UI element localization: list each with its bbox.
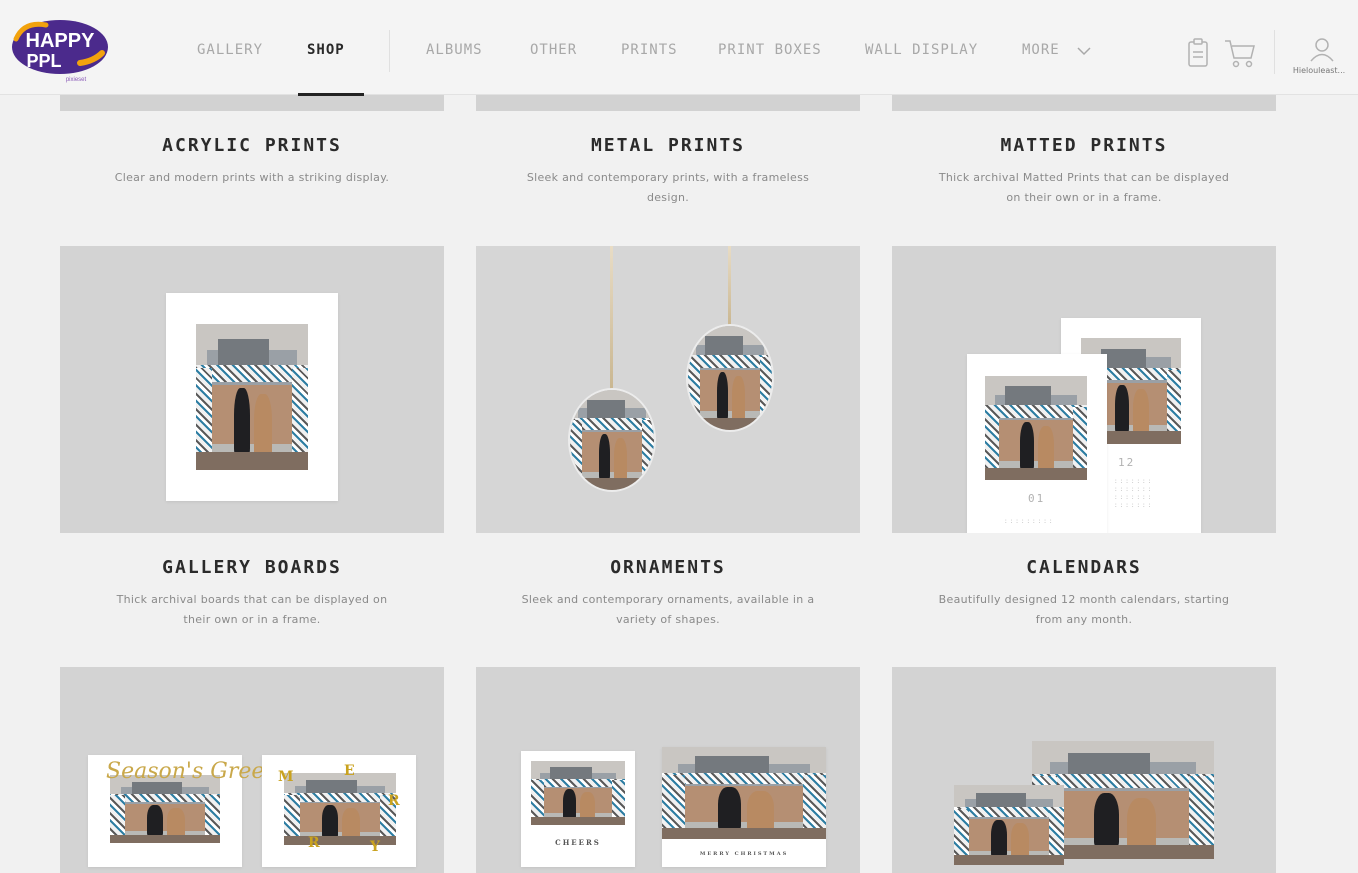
ornament-string-right xyxy=(728,246,731,328)
product-desc-metal-prints: Sleek and contemporary prints, with a fr… xyxy=(526,171,810,204)
calendar-front-month: 01 xyxy=(1028,492,1046,505)
product-title-ornaments[interactable]: ORNAMENTS xyxy=(476,557,860,578)
photo-collage-image[interactable] xyxy=(892,667,1276,873)
favorites-list-icon[interactable] xyxy=(1187,38,1209,68)
user-account-label[interactable]: Hielouleast... xyxy=(1283,66,1355,75)
acrylic-prints-image[interactable] xyxy=(60,95,444,111)
metal-prints-image[interactable] xyxy=(476,95,860,111)
ornaments-image[interactable] xyxy=(476,246,860,533)
product-desc-matted-prints: Thick archival Matted Prints that can be… xyxy=(938,171,1230,204)
calendar-back-month: 12 xyxy=(1118,456,1136,469)
calendars-image[interactable]: 12 :::::::::::::::::::::::::::: 01 :::::… xyxy=(892,246,1276,533)
product-title-calendars[interactable]: CALENDARS xyxy=(892,557,1276,578)
product-title-metal-prints[interactable]: METAL PRINTS xyxy=(476,135,860,156)
merry-caption: MERRY CHRISTMAS xyxy=(699,851,789,857)
nav-print-boxes[interactable]: PRINT BOXES xyxy=(718,42,822,58)
nav-more[interactable]: MORE xyxy=(1022,42,1060,58)
product-desc-acrylic-prints: Clear and modern prints with a striking … xyxy=(114,171,390,184)
product-desc-gallery-boards: Thick archival boards that can be displa… xyxy=(116,593,388,626)
ornament-left xyxy=(568,388,656,492)
photo-cards-image[interactable]: CHEERS MERRY CHRISTMAS xyxy=(476,667,860,873)
site-header: HAPPY PPL pixieset GALLERY SHOP ALBUMS O… xyxy=(0,0,1358,96)
chevron-down-icon[interactable] xyxy=(1076,46,1092,56)
nav-albums[interactable]: ALBUMS xyxy=(426,42,483,58)
gallery-boards-image[interactable] xyxy=(60,246,444,533)
cheers-card-photo xyxy=(531,761,625,825)
merry-letter-m: M xyxy=(278,769,294,785)
merry-card-photo xyxy=(662,747,826,839)
greeting-cards-image[interactable]: Season's Greetings M E R R Y xyxy=(60,667,444,873)
nav-divider xyxy=(389,30,390,72)
greeting-card-left-photo xyxy=(110,775,220,843)
merry-letter-r2: R xyxy=(308,835,320,851)
calendar-front-grid: ::::::::: xyxy=(1004,518,1055,525)
product-title-acrylic-prints[interactable]: ACRYLIC PRINTS xyxy=(60,135,444,156)
active-tab-indicator xyxy=(298,93,364,96)
cheers-caption: CHEERS xyxy=(555,838,601,847)
user-divider xyxy=(1274,30,1275,74)
product-desc-calendars: Beautifully designed 12 month calendars,… xyxy=(938,593,1230,626)
main-nav: GALLERY SHOP ALBUMS OTHER PRINTS PRINT B… xyxy=(0,0,1358,95)
collage-small-photo xyxy=(954,785,1064,865)
calendar-front-photo xyxy=(985,376,1087,480)
gallery-board-photo xyxy=(196,324,308,470)
calendar-back-grid: :::::::::::::::::::::::::::: xyxy=(1114,478,1154,509)
nav-wall-display[interactable]: WALL DISPLAY xyxy=(865,42,978,58)
greeting-card-right-photo xyxy=(284,773,396,845)
nav-more-label: MORE xyxy=(1022,42,1060,58)
merry-letter-r1: R xyxy=(388,793,400,809)
ornament-right xyxy=(686,324,774,432)
product-desc-ornaments: Sleek and contemporary ornaments, availa… xyxy=(521,593,815,626)
merry-letter-e: E xyxy=(344,763,355,779)
user-icon[interactable] xyxy=(1309,36,1335,62)
product-title-gallery-boards[interactable]: GALLERY BOARDS xyxy=(60,557,444,578)
nav-shop[interactable]: SHOP xyxy=(307,42,345,58)
nav-other[interactable]: OTHER xyxy=(530,42,577,58)
product-title-matted-prints[interactable]: MATTED PRINTS xyxy=(892,135,1276,156)
ornament-string-left xyxy=(610,246,613,392)
matted-prints-image[interactable] xyxy=(892,95,1276,111)
nav-prints[interactable]: PRINTS xyxy=(621,42,678,58)
nav-gallery[interactable]: GALLERY xyxy=(197,42,263,58)
merry-letter-y: Y xyxy=(370,839,380,855)
cart-icon[interactable] xyxy=(1224,38,1256,68)
